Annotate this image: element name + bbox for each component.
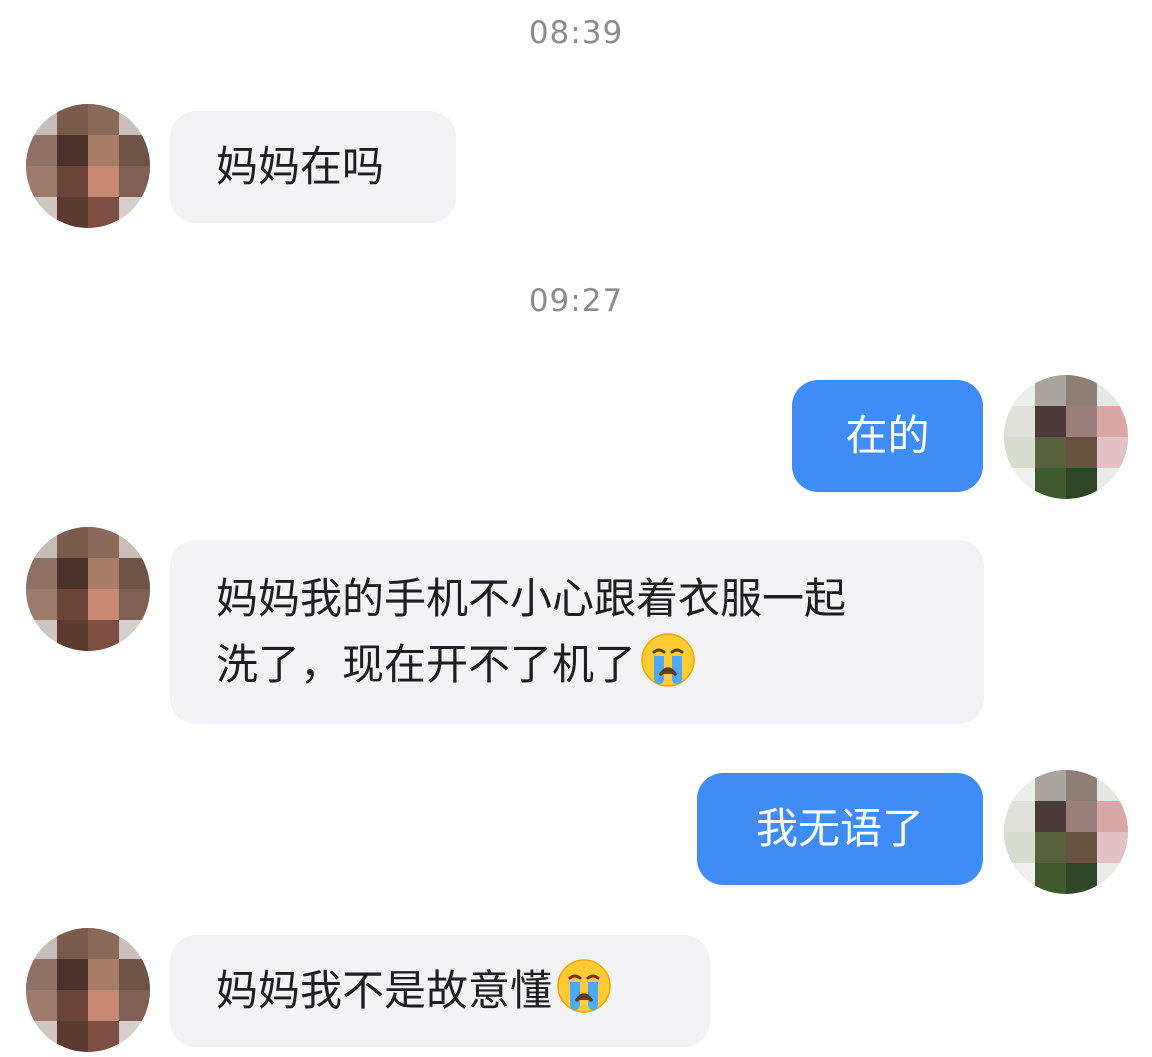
my-avatar[interactable] bbox=[1004, 770, 1128, 894]
timestamp: 08:39 bbox=[528, 15, 624, 51]
message-text-line: 妈妈我的手机不小心跟着衣服一起 bbox=[216, 574, 847, 623]
crying-face-icon bbox=[556, 958, 612, 1014]
message-text: 妈妈在吗 bbox=[216, 142, 385, 191]
crying-face-icon bbox=[640, 632, 696, 688]
contact-avatar[interactable] bbox=[26, 527, 150, 651]
message-text: 妈妈我不是故意懂 bbox=[216, 966, 553, 1015]
message-text: 在的 bbox=[845, 411, 930, 460]
outgoing-message-bubble[interactable]: 在的 bbox=[792, 380, 983, 492]
incoming-message-bubble[interactable]: 妈妈我不是故意懂 bbox=[170, 935, 710, 1047]
message-text: 我无语了 bbox=[755, 804, 924, 853]
contact-avatar[interactable] bbox=[26, 928, 150, 1052]
message-text-line: 洗了，现在开不了机了 bbox=[216, 632, 938, 698]
incoming-message-bubble[interactable]: 妈妈我的手机不小心跟着衣服一起 洗了，现在开不了机了 bbox=[170, 540, 984, 724]
timestamp: 09:27 bbox=[528, 283, 624, 319]
incoming-message-bubble[interactable]: 妈妈在吗 bbox=[170, 111, 456, 223]
contact-avatar[interactable] bbox=[26, 104, 150, 228]
outgoing-message-bubble[interactable]: 我无语了 bbox=[697, 773, 983, 885]
my-avatar[interactable] bbox=[1004, 375, 1128, 499]
